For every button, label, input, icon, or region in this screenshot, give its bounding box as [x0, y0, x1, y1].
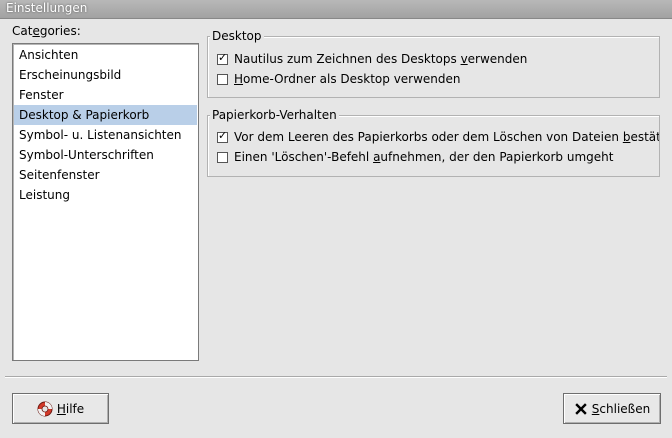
checkbox-box[interactable] [217, 152, 228, 163]
check-mark-icon: ✓ [218, 129, 228, 142]
category-item-leistung[interactable]: Leistung [14, 185, 197, 205]
categories-label-part: gories: [39, 24, 81, 38]
categories-label-part: Cat [12, 24, 33, 38]
window-title: Einstellungen [6, 1, 88, 15]
category-item-fenster[interactable]: Fenster [14, 85, 197, 105]
trash-group: ✓ Vor dem Leeren des Papierkorbs oder dem… [207, 115, 660, 177]
preferences-window: Einstellungen Categories: Ansichten Ersc… [0, 0, 672, 438]
category-item-desktop-papierkorb[interactable]: Desktop & Papierkorb [14, 105, 197, 125]
confirm-trash-checkbox[interactable]: ✓ Vor dem Leeren des Papierkorbs oder dem… [217, 128, 660, 146]
checkbox-box[interactable] [217, 74, 228, 85]
checkbox-label-accel: v [460, 52, 468, 66]
check-mark-icon: ✓ [218, 51, 228, 64]
checkbox-label-part: Nautilus zum Zeichnen des Desktops [234, 52, 461, 66]
category-item-symbol-unterschriften[interactable]: Symbol-Unterschriften [14, 145, 197, 165]
close-button[interactable]: Schließen [563, 393, 661, 424]
close-button-accel: S [591, 401, 600, 416]
category-item-symbol-listenansichten[interactable]: Symbol- u. Listenansichten [14, 125, 197, 145]
help-button-label: ilfe [65, 401, 85, 416]
nautilus-desktop-checkbox[interactable]: ✓ Nautilus zum Zeichnen des Desktops verw… [217, 50, 527, 68]
category-item-erscheinungsbild[interactable]: Erscheinungsbild [14, 65, 197, 85]
checkbox-box[interactable]: ✓ [217, 51, 228, 65]
button-separator [5, 376, 667, 378]
lifebuoy-icon [37, 401, 53, 416]
help-button-accel: H [56, 401, 66, 416]
checkbox-label-part: Vor dem Leeren des Papierkorbs oder dem … [234, 130, 623, 144]
categories-list[interactable]: Ansichten Erscheinungsbild Fenster Deskt… [12, 43, 199, 361]
categories-label-accel: e [32, 24, 40, 38]
home-as-desktop-checkbox[interactable]: Home-Ordner als Desktop verwenden [217, 70, 461, 88]
checkbox-label-accel: H [234, 72, 244, 86]
category-item-ansichten[interactable]: Ansichten [14, 45, 197, 65]
checkbox-label-part: ufnehmen, der den Papierkorb umgeht [380, 150, 614, 164]
category-item-seitenfenster[interactable]: Seitenfenster [14, 165, 197, 185]
checkbox-label-part: erwenden [467, 52, 528, 66]
checkbox-box[interactable]: ✓ [217, 129, 228, 143]
checkbox-label-part: estätig [630, 130, 660, 144]
close-x-icon [575, 402, 587, 415]
trash-group-title: Papierkorb-Verhalten [210, 108, 339, 122]
help-button[interactable]: Hilfe [12, 393, 109, 424]
close-button-label: chließen [599, 401, 651, 416]
checkbox-label-part: ome-Ordner als Desktop verwenden [243, 72, 461, 86]
title-bar[interactable]: Einstellungen [0, 0, 672, 19]
desktop-group-title: Desktop [210, 29, 264, 43]
delete-command-checkbox[interactable]: Einen 'Löschen'-Befehl aufnehmen, der de… [217, 148, 613, 166]
checkbox-label-part: Einen 'Löschen'-Befehl [234, 150, 374, 164]
categories-label: Categories: [12, 24, 81, 38]
